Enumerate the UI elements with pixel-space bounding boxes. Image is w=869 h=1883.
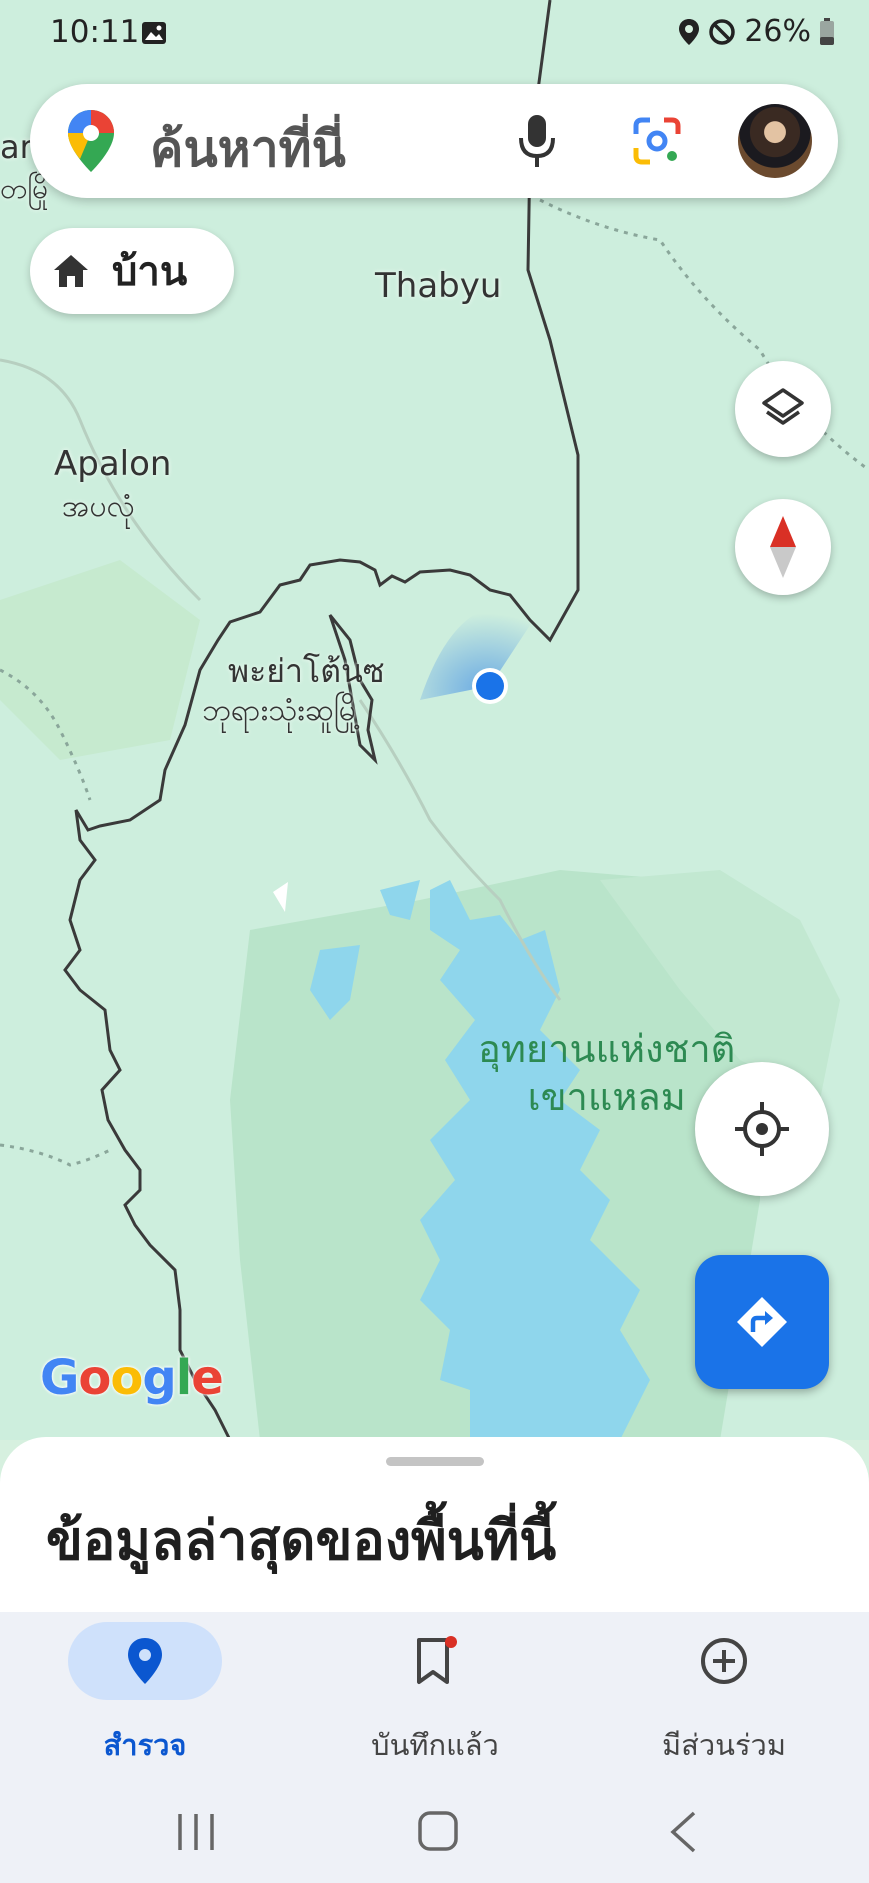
status-bar: 10:11 26% xyxy=(0,0,869,70)
gallery-icon xyxy=(142,22,166,44)
home-chip-label: บ้าน xyxy=(112,249,188,295)
battery-icon xyxy=(820,17,834,45)
back-icon[interactable] xyxy=(668,1810,698,1854)
map-view[interactable]: ar တမြို Thabyu Apalon အပလုံ พะย่าโต้นซ … xyxy=(0,0,869,1440)
dnd-icon xyxy=(709,18,736,45)
lens-icon[interactable] xyxy=(632,116,682,166)
layers-icon xyxy=(762,388,804,425)
system-navigation-bar xyxy=(0,1772,869,1883)
map-label-edge-1: ar xyxy=(0,128,33,166)
home-icon xyxy=(54,255,88,287)
nav-saved[interactable]: บันทึกแล้ว xyxy=(290,1612,580,1772)
directions-button[interactable] xyxy=(695,1255,829,1389)
compass-icon xyxy=(770,516,796,578)
search-bar[interactable]: ค้นหาที่นี่ xyxy=(30,84,838,198)
saved-icon xyxy=(417,1636,457,1684)
nav-contribute[interactable]: มีส่วนร่วม xyxy=(579,1612,869,1772)
battery-percent: 26% xyxy=(744,14,811,49)
nav-contribute-label: มีส่วนร่วม xyxy=(662,1728,786,1762)
home-chip[interactable]: บ้าน xyxy=(30,228,234,314)
map-label-thabyu[interactable]: Thabyu xyxy=(375,266,501,306)
bottom-sheet[interactable]: ข้อมูลล่าสุดของพื้นที่นี้ xyxy=(0,1437,869,1612)
sheet-handle[interactable] xyxy=(386,1457,484,1466)
home-nav-icon[interactable] xyxy=(417,1810,459,1852)
maps-pin-icon xyxy=(68,110,114,172)
park-label-line1: อุทยานแห่งชาติ xyxy=(478,1027,736,1071)
recents-icon[interactable] xyxy=(176,1812,216,1852)
nav-explore-label: สำรวจ xyxy=(103,1728,187,1762)
mic-icon[interactable] xyxy=(518,114,556,168)
compass-button[interactable] xyxy=(735,499,831,595)
google-attribution: Google xyxy=(40,1350,224,1406)
nav-explore[interactable]: สำรวจ xyxy=(0,1612,290,1772)
my-location-icon xyxy=(735,1102,789,1156)
location-status-icon xyxy=(679,18,700,45)
directions-icon xyxy=(737,1297,787,1347)
explore-icon xyxy=(128,1638,162,1684)
map-label-pagoda-my[interactable]: ဘုရားသုံးဆူမြို့ xyxy=(202,690,361,735)
my-location-button[interactable] xyxy=(695,1062,829,1196)
avatar[interactable] xyxy=(738,104,812,178)
status-time: 10:11 xyxy=(50,14,140,50)
map-label-apalon-my[interactable]: အပလုံ xyxy=(62,486,135,531)
bottom-navigation: สำรวจ บันทึกแล้ว มีส่วนร่วม xyxy=(0,1612,869,1772)
map-label-edge-2: တမြို xyxy=(0,172,48,205)
layers-button[interactable] xyxy=(735,361,831,457)
nav-saved-label: บันทึกแล้ว xyxy=(371,1728,499,1762)
park-label[interactable]: อุทยานแห่งชาติ เขาแหลม xyxy=(478,1026,735,1121)
contribute-icon xyxy=(701,1638,747,1684)
map-canvas xyxy=(0,0,869,1440)
map-label-apalon-en[interactable]: Apalon xyxy=(54,444,171,484)
sheet-title: ข้อมูลล่าสุดของพื้นที่นี้ xyxy=(46,1509,557,1572)
search-input[interactable]: ค้นหาที่นี่ xyxy=(150,110,346,189)
